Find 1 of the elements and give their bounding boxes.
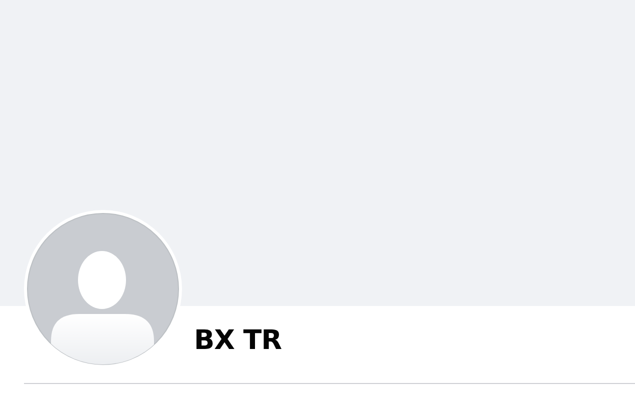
profile-name: BX TR — [194, 324, 282, 358]
